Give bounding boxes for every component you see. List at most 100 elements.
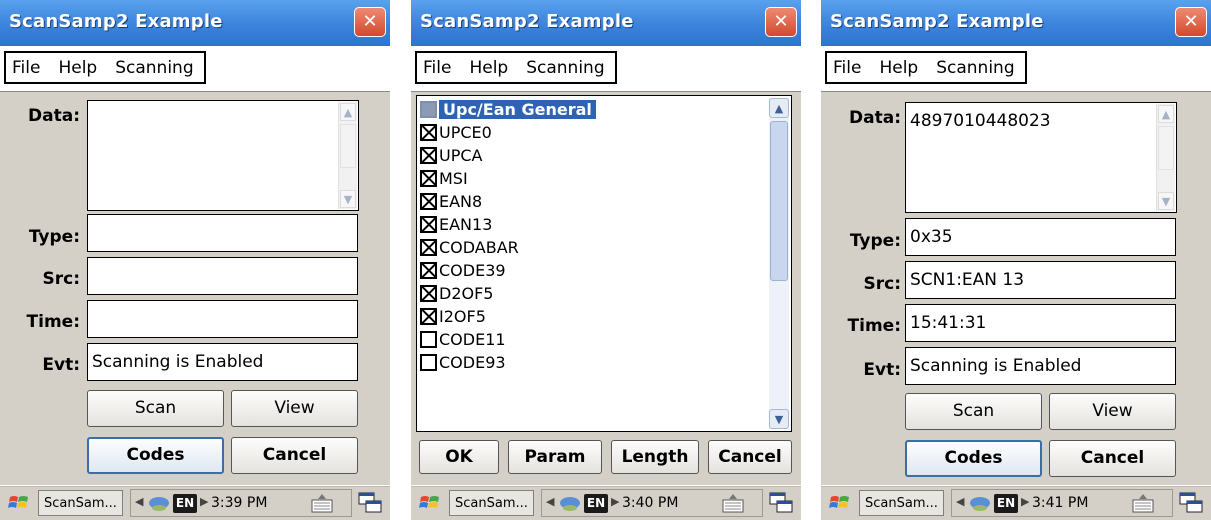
data-field[interactable]: ▲ ▼ <box>87 100 359 211</box>
taskbar: ScanSam... ◀ EN ▶ 3:41 PM <box>821 485 1211 520</box>
param-button[interactable]: Param <box>508 440 602 474</box>
view-button[interactable]: View <box>231 390 358 427</box>
list-item[interactable]: UPCE0 <box>420 121 492 144</box>
evt-field[interactable]: Scanning is Enabled <box>905 347 1176 385</box>
list-item[interactable]: EAN13 <box>420 213 492 236</box>
list-item[interactable]: I2OF5 <box>420 305 486 328</box>
scroll-down-icon[interactable]: ▼ <box>1158 192 1174 210</box>
list-item[interactable]: MSI <box>420 167 468 190</box>
list-item[interactable]: CODABAR <box>420 236 519 259</box>
data-field[interactable]: 4897010448023 ▲ ▼ <box>905 102 1177 213</box>
windows-start-icon[interactable] <box>8 492 30 514</box>
close-button[interactable]: ✕ <box>1175 7 1207 37</box>
menu-file[interactable]: File <box>12 58 40 78</box>
length-button[interactable]: Length <box>611 440 699 474</box>
data-scrollbar[interactable]: ▲ ▼ <box>1156 104 1175 211</box>
list-scrollbar[interactable]: ▲ ▼ <box>769 98 789 429</box>
window-switch-icon[interactable] <box>769 492 793 514</box>
language-badge[interactable]: EN <box>994 494 1018 513</box>
tray-right-arrow-icon[interactable]: ▶ <box>611 495 619 508</box>
symbology-list[interactable]: Upc/Ean General UPCE0 UPCA MSI EAN8 EAN1… <box>416 95 792 432</box>
scroll-down-icon[interactable]: ▼ <box>769 409 789 429</box>
scroll-up-icon[interactable]: ▲ <box>340 103 356 121</box>
menu-help[interactable]: Help <box>879 58 918 78</box>
list-item[interactable]: Upc/Ean General <box>420 98 596 121</box>
time-field[interactable] <box>87 300 358 338</box>
network-icon[interactable] <box>558 495 582 513</box>
tray-right-arrow-icon[interactable]: ▶ <box>1021 495 1029 508</box>
clock[interactable]: 3:40 PM <box>622 495 678 511</box>
checkbox-icon[interactable] <box>420 170 437 187</box>
taskbar-app-button[interactable]: ScanSam... <box>38 490 123 516</box>
scroll-down-icon[interactable]: ▼ <box>340 190 356 208</box>
keyboard-icon[interactable] <box>311 493 333 513</box>
tray-left-arrow-icon[interactable]: ◀ <box>546 495 554 508</box>
ok-button[interactable]: OK <box>419 440 499 474</box>
list-item[interactable]: CODE11 <box>420 328 506 351</box>
cancel-button[interactable]: Cancel <box>708 440 792 474</box>
network-icon[interactable] <box>147 495 171 513</box>
list-item[interactable]: D2OF5 <box>420 282 493 305</box>
clock[interactable]: 3:39 PM <box>211 495 267 511</box>
data-scrollbar[interactable]: ▲ ▼ <box>338 102 357 209</box>
clock[interactable]: 3:41 PM <box>1032 495 1088 511</box>
scroll-thumb[interactable] <box>340 124 356 168</box>
menu-file[interactable]: File <box>423 58 451 78</box>
view-button[interactable]: View <box>1049 393 1176 430</box>
type-field[interactable]: 0x35 <box>905 218 1176 256</box>
windows-start-icon[interactable] <box>829 492 851 514</box>
tray-left-arrow-icon[interactable]: ◀ <box>956 495 964 508</box>
src-field[interactable]: SCN1:EAN 13 <box>905 261 1176 299</box>
scan-button[interactable]: Scan <box>87 390 224 427</box>
network-icon[interactable] <box>968 495 992 513</box>
checkbox-icon[interactable] <box>420 101 437 118</box>
window-switch-icon[interactable] <box>358 492 382 514</box>
checkbox-icon[interactable] <box>420 262 437 279</box>
language-badge[interactable]: EN <box>584 494 608 513</box>
taskbar-app-button[interactable]: ScanSam... <box>859 490 944 516</box>
checkbox-icon[interactable] <box>420 193 437 210</box>
checkbox-icon[interactable] <box>420 285 437 302</box>
checkbox-icon[interactable] <box>420 147 437 164</box>
list-item[interactable]: EAN8 <box>420 190 482 213</box>
menu-help[interactable]: Help <box>58 58 97 78</box>
src-field[interactable] <box>87 257 358 295</box>
codes-button[interactable]: Codes <box>905 440 1042 477</box>
menu-help[interactable]: Help <box>469 58 508 78</box>
menu-scanning[interactable]: Scanning <box>526 58 604 78</box>
checkbox-icon[interactable] <box>420 216 437 233</box>
window-switch-icon[interactable] <box>1179 492 1203 514</box>
scroll-thumb[interactable] <box>1158 126 1174 170</box>
scroll-up-icon[interactable]: ▲ <box>769 98 789 118</box>
type-field[interactable] <box>87 214 358 252</box>
src-label: Src: <box>42 269 80 289</box>
tray-right-arrow-icon[interactable]: ▶ <box>200 495 208 508</box>
menu-scanning[interactable]: Scanning <box>115 58 193 78</box>
windows-start-icon[interactable] <box>419 492 441 514</box>
checkbox-icon[interactable] <box>420 308 437 325</box>
codes-button[interactable]: Codes <box>87 437 224 474</box>
checkbox-icon[interactable] <box>420 239 437 256</box>
language-badge[interactable]: EN <box>173 494 197 513</box>
cancel-button[interactable]: Cancel <box>1049 440 1176 477</box>
close-button[interactable]: ✕ <box>765 7 797 37</box>
keyboard-icon[interactable] <box>722 493 744 513</box>
checkbox-icon[interactable] <box>420 124 437 141</box>
scroll-thumb[interactable] <box>770 121 788 281</box>
keyboard-icon[interactable] <box>1132 493 1154 513</box>
list-item[interactable]: UPCA <box>420 144 482 167</box>
list-item[interactable]: CODE93 <box>420 351 506 374</box>
time-field[interactable]: 15:41:31 <box>905 304 1176 342</box>
menu-scanning[interactable]: Scanning <box>936 58 1014 78</box>
close-button[interactable]: ✕ <box>354 7 386 37</box>
cancel-button[interactable]: Cancel <box>231 437 358 474</box>
checkbox-icon[interactable] <box>420 354 437 371</box>
evt-field[interactable]: Scanning is Enabled <box>87 343 358 381</box>
tray-left-arrow-icon[interactable]: ◀ <box>135 495 143 508</box>
menu-file[interactable]: File <box>833 58 861 78</box>
scroll-up-icon[interactable]: ▲ <box>1158 105 1174 123</box>
list-item[interactable]: CODE39 <box>420 259 506 282</box>
taskbar-app-button[interactable]: ScanSam... <box>449 490 534 516</box>
scan-button[interactable]: Scan <box>905 393 1042 430</box>
checkbox-icon[interactable] <box>420 331 437 348</box>
